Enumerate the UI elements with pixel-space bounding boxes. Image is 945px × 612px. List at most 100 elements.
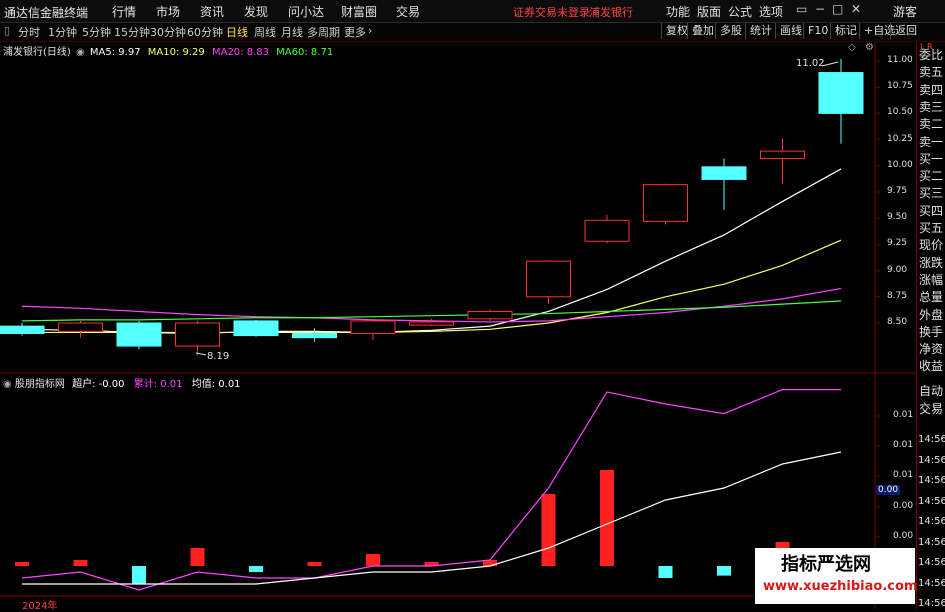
indicator-bar <box>600 470 614 566</box>
indicator-bar <box>366 554 380 566</box>
candle <box>643 183 688 225</box>
ma-line-ma10 <box>22 239 842 334</box>
indicator-bar <box>15 562 29 566</box>
candle <box>467 309 513 321</box>
candle-body-up <box>350 320 396 334</box>
main-y-tick: 9.75 <box>887 186 908 196</box>
candle-body-up <box>175 322 220 347</box>
candle <box>526 260 571 305</box>
trade-time-3: 14:56 <box>918 495 945 507</box>
candle-body-down <box>292 332 337 339</box>
candle-body-up <box>526 260 571 298</box>
ma-line-ma20 <box>21 287 842 323</box>
candle <box>0 323 45 336</box>
panel-item-13: 涨幅 <box>919 272 944 287</box>
candle <box>584 215 630 244</box>
sub-y-tick: 0.00 <box>893 531 914 541</box>
main-y-tick: 10.00 <box>887 159 913 170</box>
main-y-tick: 10.50 <box>887 107 913 118</box>
candle-body-down <box>701 166 747 180</box>
low-price-label: 8.19 <box>207 351 230 362</box>
main-y-tick: 10.25 <box>887 133 913 144</box>
panel-item-5: 卖一 <box>919 134 944 149</box>
candle <box>818 58 864 144</box>
sub-y-tick: 0.01 <box>893 440 914 450</box>
watermark-title: 指标严选网 <box>781 554 871 575</box>
panel-item-4: 卖二 <box>919 117 944 132</box>
candle <box>116 320 162 350</box>
panel-item-12: 涨跌 <box>919 255 944 270</box>
indicator-bar <box>541 494 556 566</box>
panel-item-14: 总量 <box>919 290 944 305</box>
quote-panel: L R 委比 卖五 卖四 卖三 卖二 卖一 买一 买二 买三 买四 买五 现价 涨跌 涨幅 总量 外盘 换手 净资… <box>916 42 945 609</box>
panel-item-20[interactable]: 交易 <box>919 402 943 417</box>
high-price-label: 11.02 <box>796 58 825 69</box>
indicator-bar <box>658 566 673 578</box>
main-y-tick: 10.75 <box>887 81 913 92</box>
panel-item-19[interactable]: 自动 <box>919 384 943 399</box>
candle <box>350 318 396 340</box>
panel-item-15: 外盘 <box>919 307 944 322</box>
year-label: 2024年 <box>22 601 58 612</box>
main-y-tick: 11.00 <box>887 55 913 65</box>
trade-time-0: 14:56 <box>918 434 945 445</box>
panel-item-10: 买五 <box>919 221 944 235</box>
panel-item-11: 现价 <box>919 238 944 253</box>
candle <box>760 138 805 184</box>
trade-time-6: 14:56 <box>918 557 945 568</box>
trade-time-7: 14:56 <box>918 577 945 589</box>
sub-y-tick: 0.01 <box>893 410 914 420</box>
ma-line-ma60 <box>21 300 842 322</box>
panel-item-16: 换手 <box>919 324 944 339</box>
candle-body-down <box>233 320 279 337</box>
panel-item-3: 卖三 <box>919 99 944 114</box>
trade-time-2: 14:56 <box>918 475 945 486</box>
candle-body-up <box>58 322 103 332</box>
candle-body-up <box>643 184 688 222</box>
candle-body-up <box>409 321 454 326</box>
trade-time-8: 14:56 <box>918 598 945 609</box>
candle-body-down <box>116 322 162 347</box>
candle-body-up <box>760 150 805 159</box>
main-y-tick: 8.50 <box>887 317 908 327</box>
candle <box>701 158 747 210</box>
candle-body-up <box>467 310 513 320</box>
watermark: 指标严选网 www.xuezhibiao.com <box>755 548 918 604</box>
main-y-tick: 9.25 <box>887 238 908 249</box>
trade-time-4: 14:56 <box>918 516 945 527</box>
panel-item-9: 买四 <box>919 203 944 218</box>
panel-item-18: 收益 <box>919 359 944 374</box>
panel-item-0: 委比 <box>919 48 944 62</box>
candle <box>292 328 337 342</box>
watermark-url: www.xuezhibiao.com <box>763 579 918 594</box>
indicator-bar <box>190 548 205 566</box>
panel-item-6: 买一 <box>919 151 944 166</box>
trade-time-1: 14:56 <box>918 454 945 466</box>
indicator-bar <box>307 562 322 566</box>
sub-y-tick: 0.00 <box>893 501 914 511</box>
candle-body-down <box>818 72 864 114</box>
sub-current-value: 0.00 <box>876 485 901 495</box>
candle <box>233 319 279 337</box>
candle-body-down <box>0 325 45 334</box>
candle-body-up <box>584 219 630 242</box>
indicator-bar <box>249 566 263 572</box>
panel-item-8: 买三 <box>919 186 944 201</box>
trade-time-5: 14:56 <box>918 536 945 548</box>
candle <box>409 318 454 327</box>
panel-item-1: 卖五 <box>919 65 944 80</box>
panel-item-7: 买二 <box>919 169 944 184</box>
panel-item-2: 卖四 <box>919 82 944 97</box>
indicator-bar <box>73 560 88 566</box>
indicator-bar <box>717 566 731 576</box>
indicator-chart <box>15 389 848 591</box>
ma-line-ma5 <box>21 168 842 335</box>
candle <box>58 320 103 338</box>
indicator-bar <box>132 566 146 584</box>
candlestick-chart <box>0 58 864 356</box>
chart-canvas[interactable] <box>0 0 945 609</box>
sub-y-tick: 0.01 <box>893 470 914 480</box>
main-y-tick: 8.75 <box>887 290 908 301</box>
panel-item-17: 净资 <box>919 342 944 357</box>
main-y-tick: 9.50 <box>887 212 908 223</box>
